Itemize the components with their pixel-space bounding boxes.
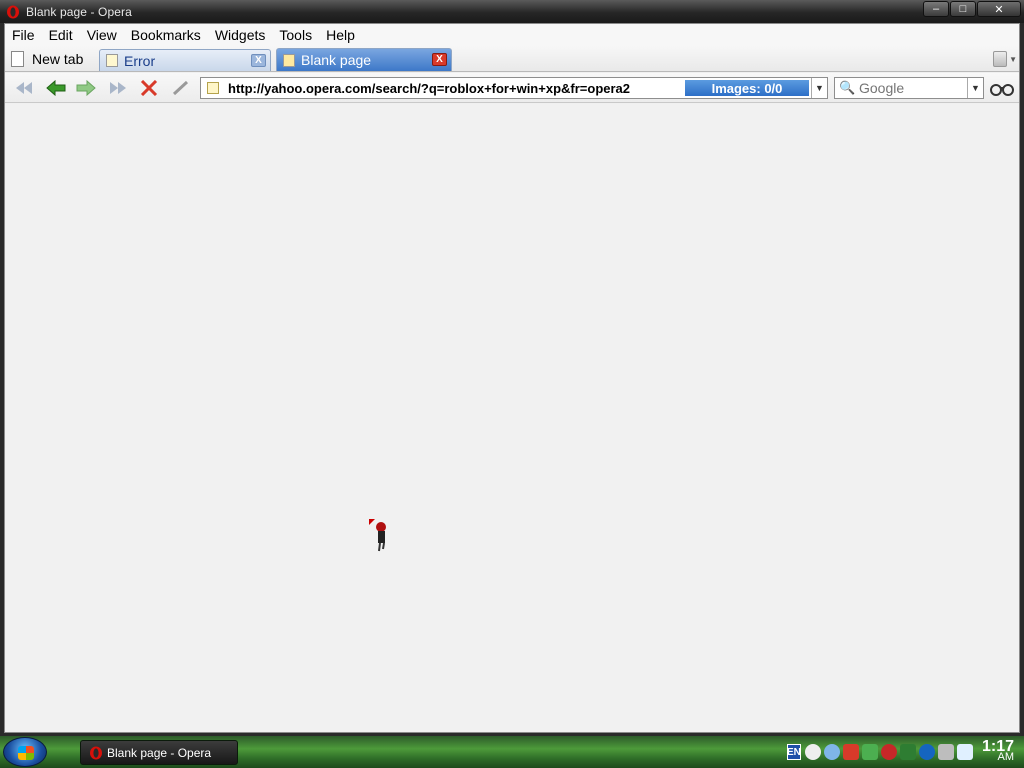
close-button[interactable]: ✕ xyxy=(977,1,1021,17)
navigation-toolbar: http://yahoo.opera.com/search/?q=roblox+… xyxy=(5,73,1019,103)
checkmark-icon[interactable] xyxy=(899,744,916,760)
speaker-icon[interactable] xyxy=(937,744,954,760)
close-tab-icon[interactable]: X xyxy=(251,54,266,67)
close-tab-icon[interactable]: X xyxy=(432,53,447,66)
forward-icon[interactable] xyxy=(75,78,97,98)
menu-bar: File Edit View Bookmarks Widgets Tools H… xyxy=(5,24,1019,46)
title-bar: Blank page - Opera – □ ✕ xyxy=(0,0,1024,23)
tab-error[interactable]: Error X xyxy=(99,49,271,71)
minimize-button[interactable]: – xyxy=(923,1,949,17)
page-content[interactable] xyxy=(5,104,1019,732)
window-title: Blank page - Opera xyxy=(26,4,132,19)
download-icon[interactable] xyxy=(918,744,935,760)
new-tab-button[interactable]: New tab xyxy=(11,49,83,69)
display-icon[interactable] xyxy=(956,744,973,760)
page-favicon-icon xyxy=(207,82,219,94)
opera-logo-icon xyxy=(90,746,102,759)
clock[interactable]: 1:17 AM xyxy=(982,739,1014,763)
new-tab-label: New tab xyxy=(32,51,84,67)
taskbar-opera-window[interactable]: Blank page - Opera xyxy=(80,740,238,765)
page-icon xyxy=(283,53,295,67)
loading-sprite-icon xyxy=(369,519,386,552)
search-icon: 🔍 xyxy=(839,80,856,95)
images-status-badge: Images: 0/0 xyxy=(685,80,809,96)
address-url[interactable]: http://yahoo.opera.com/search/?q=roblox+… xyxy=(228,81,685,96)
taskbar: Blank page - Opera EN 1:17 AM xyxy=(0,736,1024,768)
network-icon[interactable] xyxy=(861,744,878,760)
search-engine-dropdown-icon[interactable]: ▼ xyxy=(967,78,983,98)
chevron-down-icon[interactable]: ▼ xyxy=(1009,55,1017,64)
menu-file[interactable]: File xyxy=(5,24,42,46)
maximize-button[interactable]: □ xyxy=(950,1,976,17)
page-icon xyxy=(106,54,118,67)
menu-bookmarks[interactable]: Bookmarks xyxy=(124,24,208,46)
gear-icon[interactable] xyxy=(823,744,840,760)
rewind-icon[interactable] xyxy=(13,78,35,98)
minus-circle-icon[interactable] xyxy=(804,744,821,760)
address-dropdown-icon[interactable]: ▼ xyxy=(811,78,827,98)
binoculars-icon[interactable] xyxy=(990,79,1014,97)
search-box[interactable]: 🔍 ▼ xyxy=(834,77,984,99)
stop-icon[interactable] xyxy=(138,78,160,98)
antivirus-icon[interactable] xyxy=(880,744,897,760)
tab-label: Error xyxy=(124,52,156,69)
fast-forward-icon[interactable] xyxy=(107,78,129,98)
tab-label: Blank page xyxy=(301,52,372,68)
system-tray: EN 1:17 AM xyxy=(786,736,1024,768)
windows-logo-icon xyxy=(18,746,34,760)
tab-blank-page[interactable]: Blank page X xyxy=(276,48,452,71)
back-icon[interactable] xyxy=(45,78,67,98)
window-controls: – □ ✕ xyxy=(922,1,1021,17)
menu-view[interactable]: View xyxy=(80,24,124,46)
menu-help[interactable]: Help xyxy=(319,24,362,46)
address-bar[interactable]: http://yahoo.opera.com/search/?q=roblox+… xyxy=(200,77,828,99)
new-page-icon xyxy=(11,51,24,67)
menu-widgets[interactable]: Widgets xyxy=(208,24,273,46)
opera-logo-icon xyxy=(7,5,19,18)
taskbar-label: Blank page - Opera xyxy=(107,745,212,760)
trash-icon[interactable] xyxy=(993,51,1007,67)
start-button[interactable] xyxy=(3,737,47,767)
menu-tools[interactable]: Tools xyxy=(272,24,319,46)
menu-edit[interactable]: Edit xyxy=(42,24,80,46)
shield-icon[interactable] xyxy=(842,744,859,760)
tab-bar: New tab Error X Blank page X ▼ xyxy=(5,46,1019,72)
edit-pencil-icon[interactable] xyxy=(170,78,192,98)
language-indicator[interactable]: EN xyxy=(786,744,801,760)
search-input[interactable] xyxy=(859,80,967,96)
browser-window: File Edit View Bookmarks Widgets Tools H… xyxy=(4,23,1020,733)
